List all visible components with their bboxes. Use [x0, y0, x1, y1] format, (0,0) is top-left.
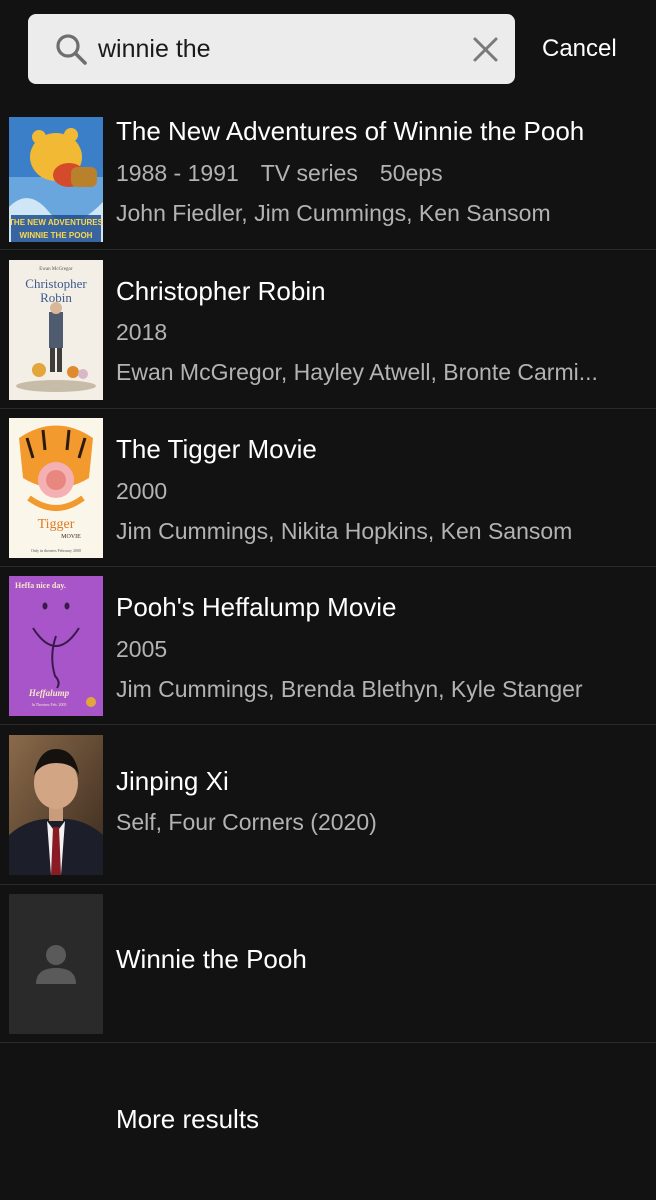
person-icon: [9, 894, 103, 1034]
poster-tagline-text: Heffa nice day.: [15, 581, 66, 590]
result-cast: Ewan McGregor, Hayley Atwell, Bronte Car…: [116, 359, 598, 385]
svg-text:Only in theaters February 2000: Only in theaters February 2000: [31, 548, 81, 553]
result-item-the-tigger-movie[interactable]: Tigger MOVIE Only in theaters February 2…: [0, 409, 656, 567]
result-cast: John Fiedler, Jim Cummings, Ken Sansom: [116, 200, 551, 226]
cancel-button[interactable]: Cancel: [542, 32, 617, 66]
result-year: 2000: [116, 478, 168, 504]
svg-text:Heffalump: Heffalump: [28, 688, 70, 698]
result-item-winnie-the-pooh[interactable]: Winnie the Pooh: [0, 885, 656, 1043]
search-icon: [54, 32, 88, 66]
poster-thumbnail: THE NEW ADVENTURES WINNIE THE POOH: [9, 112, 103, 242]
result-kind: TV series: [260, 160, 358, 186]
result-item-jinping-xi[interactable]: Jinping Xi Self, Four Corners (2020): [0, 725, 656, 885]
result-credit: Self, Four Corners (2020): [116, 809, 377, 835]
result-details: 1988 - 1991 TV series 50eps: [116, 160, 443, 187]
result-cast: Jim Cummings, Nikita Hopkins, Ken Sansom: [116, 518, 573, 544]
svg-text:In Theaters Feb. 2005: In Theaters Feb. 2005: [31, 702, 66, 707]
poster-title-text: Christopher: [25, 276, 87, 291]
result-title: Winnie the Pooh: [116, 944, 307, 974]
svg-text:WINNIE THE POOH: WINNIE THE POOH: [20, 231, 93, 240]
placeholder-thumbnail: [9, 894, 103, 1034]
more-results-link[interactable]: More results: [116, 1104, 259, 1135]
person-photo: [9, 735, 103, 875]
result-year: 2018: [116, 319, 168, 345]
search-bar[interactable]: [28, 14, 515, 84]
result-item-poohs-heffalump-movie[interactable]: Heffa nice day. Heffalump In Theaters Fe…: [0, 567, 656, 725]
poster-title-text: THE NEW ADVENTURES: [9, 218, 103, 227]
result-years: 1988 - 1991: [116, 160, 239, 186]
svg-text:Ewan McGregor: Ewan McGregor: [39, 267, 73, 272]
result-cast: Jim Cummings, Brenda Blethyn, Kyle Stang…: [116, 676, 583, 702]
poster-thumbnail: Ewan McGregor Christopher Robin: [9, 260, 103, 400]
svg-text:MOVIE: MOVIE: [61, 534, 81, 540]
poster-thumbnail: Heffa nice day. Heffalump In Theaters Fe…: [9, 576, 103, 716]
poster-thumbnail: Tigger MOVIE Only in theaters February 2…: [9, 418, 103, 558]
result-title: Jinping Xi: [116, 766, 229, 796]
search-results-list: THE NEW ADVENTURES WINNIE THE POOH The N…: [0, 92, 656, 1043]
search-input[interactable]: [98, 28, 458, 70]
result-item-new-adventures-of-winnie-the-pooh[interactable]: THE NEW ADVENTURES WINNIE THE POOH The N…: [0, 92, 656, 250]
clear-search-icon[interactable]: [472, 36, 499, 63]
poster-title-text: Tigger: [38, 517, 75, 532]
result-title: The Tigger Movie: [116, 434, 317, 464]
result-title: The New Adventures of Winnie the Pooh: [116, 116, 585, 146]
result-episodes: 50eps: [379, 160, 443, 186]
result-title: Christopher Robin: [116, 276, 326, 306]
result-title: Pooh's Heffalump Movie: [116, 592, 397, 622]
result-item-christopher-robin[interactable]: Ewan McGregor Christopher Robin Christop…: [0, 250, 656, 409]
result-year: 2005: [116, 636, 168, 662]
